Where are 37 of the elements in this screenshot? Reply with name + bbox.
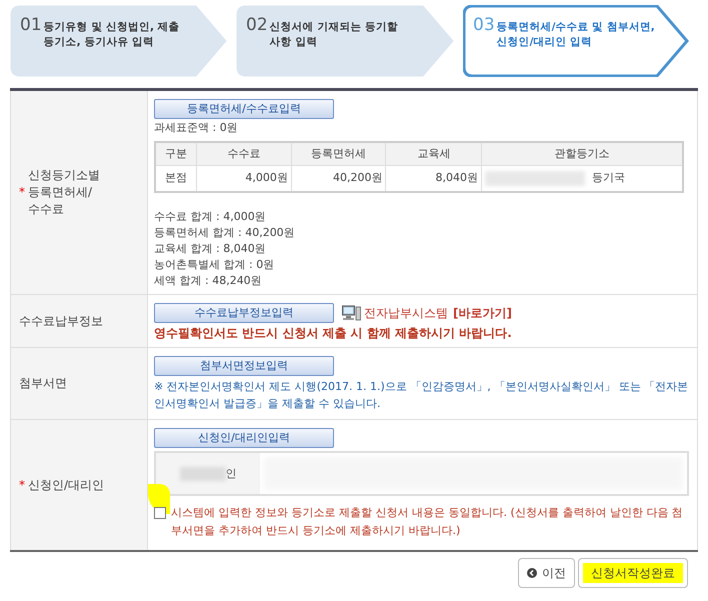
field-label: 첨부서면 (19, 375, 68, 392)
input-button[interactable]: 수수료납부정보입력 (154, 303, 334, 323)
input-button[interactable]: 신청인/대리인입력 (154, 428, 334, 448)
step-tab[interactable]: 02 신청서에 기재되는 등기할 사항 입력 (236, 5, 455, 77)
redacted-text (180, 466, 226, 480)
shortcut-link[interactable]: [바로가기] (453, 305, 512, 321)
tax-base-text: 과세표준액 : 0원 (154, 120, 239, 136)
system-link[interactable]: 전자납부시스템 (364, 305, 448, 321)
total-text: 수수료 합계 : 4,000원 (154, 209, 267, 225)
input-button[interactable]: 첨부서면정보입력 (154, 356, 334, 376)
step-tab[interactable]: 03 등록면허세/수수료 및 첨부서면, 신청인/대리인 입력 (463, 5, 689, 77)
table-cell: 등기국 (592, 170, 626, 186)
previous-button[interactable]: 이전 (518, 558, 575, 588)
applicant-name: 인 (226, 466, 236, 482)
column-header: 관할등기소 (482, 142, 683, 165)
field-label: 신청등기소별 등록면허세/ 수수료 (28, 167, 101, 218)
back-icon (527, 568, 537, 578)
field-label: 수수료납부정보 (19, 312, 103, 330)
required-mark: * (19, 184, 25, 201)
total-text: 세액 합계 : 48,240원 (154, 273, 263, 289)
step-tab[interactable]: 01 등기유형 및 신청법인, 제출 등기소, 등기사유 입력 (10, 5, 228, 77)
notice-text: 영수필확인서도 반드시 신청서 제출 시 함께 제출하시기 바랍니다. (154, 325, 513, 341)
total-text: 등록면허세 합계 : 40,200원 (154, 225, 296, 241)
column-header: 구분 (155, 142, 197, 165)
agreement-text: 시스템에 입력한 정보와 등기소로 제출할 신청서 내용은 동일합니다. (신청서를 출력하여 날인한 다음 첨부서면을 추가하여 반드시 등기소에 제출하시기 바랍니다.) (171, 505, 684, 539)
agree-checkbox[interactable] (154, 507, 166, 519)
total-text: 교육세 합계 : 8,040원 (154, 241, 267, 257)
column-header: 등록면허세 (291, 142, 386, 165)
input-button[interactable]: 등록면허세/수수료입력 (154, 99, 334, 119)
field-label: 신청인/대리인 (28, 476, 106, 494)
notice-text: ※ 전자본인서명확인서 제도 시행(2017. 1. 1.)으로 「인감증명서」, 「본인서명사실확인서」 또는 「전자본인서명확인서 발급증」을 제출할 수 있습니다. (154, 379, 689, 412)
column-header: 교육세 (386, 142, 482, 165)
required-mark: * (19, 476, 25, 494)
column-header: 수수료 (196, 142, 292, 165)
total-text: 농어촌특별세 합계 : 0원 (154, 257, 276, 273)
computer-icon (342, 305, 361, 321)
complete-button[interactable]: 신청서작성완료 (578, 558, 688, 588)
